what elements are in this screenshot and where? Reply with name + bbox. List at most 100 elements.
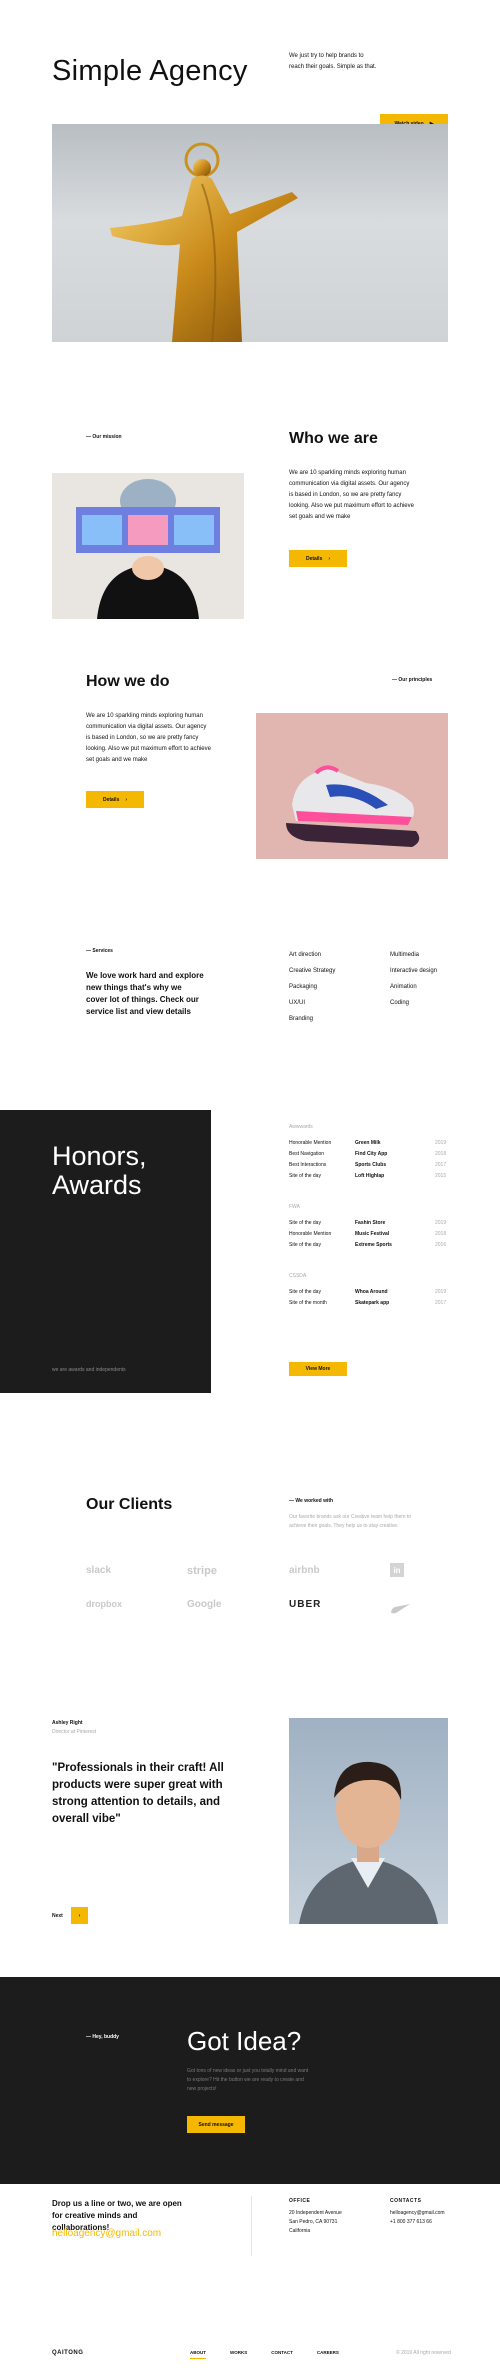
service-item[interactable]: Interactive design <box>390 963 437 979</box>
view-more-awards-button[interactable]: View More <box>289 1362 347 1376</box>
award-group-name: FWA <box>289 1204 300 1210</box>
clients-heading: Our Clients <box>86 1496 173 1513</box>
award-year: 2019 <box>435 1289 447 1295</box>
hero-tagline: We just try to help brands to reach thei… <box>289 53 377 70</box>
award-type: Best Navigation <box>289 1151 325 1157</box>
chevron-right-icon: › <box>78 1912 81 1919</box>
footer-nav-works[interactable]: Works <box>230 2350 247 2359</box>
award-project: Music Festival <box>355 1231 390 1237</box>
mission-image <box>52 473 244 619</box>
uber-logo: UBER <box>289 1599 322 1610</box>
award-type: Honorable Mention <box>289 1140 332 1146</box>
clients-label: — We worked with <box>289 1498 334 1504</box>
slack-logo: slack <box>86 1565 112 1576</box>
award-year: 2017 <box>435 1300 447 1306</box>
testimonial-author-name: Ashley Right <box>52 1720 83 1726</box>
golden-statue-illustration <box>110 142 298 342</box>
mission-body: We are 10 sparkling minds exploring huma… <box>289 470 414 520</box>
office-label: Office <box>289 2198 311 2204</box>
award-row: Site of the day Whoa Around 2019 <box>289 1287 448 1298</box>
nike-swoosh-icon <box>391 1604 410 1614</box>
award-row: Site of the day Loft Highlap 2015 <box>289 1171 448 1182</box>
testimonial-author-photo <box>289 1718 448 1924</box>
dropbox-logo: dropbox <box>86 1599 122 1609</box>
award-project: Skatepark app <box>355 1300 390 1306</box>
award-project: Green Milk <box>355 1140 381 1146</box>
award-row: Site of the day Fashin Store 2019 <box>289 1218 448 1229</box>
chevron-right-icon: › <box>125 796 128 803</box>
sneaker-image <box>256 713 448 859</box>
client-logo-google: Google <box>187 1599 221 1610</box>
footer-brand-logo[interactable]: QAITONG <box>52 2350 83 2356</box>
service-item[interactable]: Creative Strategy <box>289 963 335 979</box>
footer-email-link[interactable]: helloagency@gmail.com <box>52 2228 161 2239</box>
award-project: Extreme Sports <box>355 1242 392 1248</box>
award-year: 2015 <box>435 1173 447 1179</box>
service-item[interactable]: Coding <box>390 995 437 1011</box>
footer-nav-careers[interactable]: Careers <box>317 2350 339 2359</box>
award-type: Site of the day <box>289 1289 321 1295</box>
service-item[interactable]: Animation <box>390 979 437 995</box>
award-row: Honorable Mention Green Milk 2019 <box>289 1138 448 1149</box>
award-group-name: Awwwards <box>289 1124 313 1130</box>
footer-nav: About Works Contact Careers <box>190 2350 339 2359</box>
client-logo-slack: slack <box>86 1565 111 1576</box>
cta-section: — Hey, buddy Got Idea? Got tons of new i… <box>0 1977 500 2184</box>
stripe-logo: stripe <box>187 1565 217 1577</box>
footer-divider <box>251 2196 252 2256</box>
award-group-name: CSSDA <box>289 1273 307 1279</box>
award-row: Best Interactions Sports Clubs 2017 <box>289 1160 448 1171</box>
award-type: Honorable Mention <box>289 1231 332 1237</box>
footer-nav-about[interactable]: About <box>190 2350 206 2359</box>
award-year: 2019 <box>435 1140 447 1146</box>
contact-phone-link[interactable]: +1 800 377 613 66 <box>390 2219 432 2225</box>
award-project: Loft Highlap <box>355 1173 385 1179</box>
service-item[interactable]: Art direction <box>289 947 335 963</box>
award-project: Find City App <box>355 1151 388 1157</box>
award-type: Site of the day <box>289 1242 321 1248</box>
awards-caption: we are awards and independents <box>52 1367 126 1373</box>
services-list-col1: Art direction Creative Strategy Packagin… <box>289 947 335 1027</box>
awards-title-line2: Awards <box>52 1170 142 1200</box>
mission-label: — Our mission <box>86 434 122 440</box>
principles-body: We are 10 sparkling minds exploring huma… <box>86 713 211 763</box>
service-item[interactable]: Multimedia <box>390 947 437 963</box>
award-project: Whoa Around <box>355 1289 388 1295</box>
service-item[interactable]: Branding <box>289 1011 335 1027</box>
awards-title-line1: Honors, <box>52 1141 147 1171</box>
client-logo-uber: UBER <box>289 1599 321 1610</box>
cta-label: — Hey, buddy <box>86 2034 119 2040</box>
testimonial-author-role: Director at Pinterest <box>52 1729 97 1735</box>
client-logo-stripe: stripe <box>187 1565 217 1577</box>
award-type: Site of the day <box>289 1173 321 1179</box>
client-logo-nike <box>390 1601 412 1619</box>
client-logo-linkedin: in <box>390 1563 404 1577</box>
mission-details-button[interactable]: Details › <box>289 550 347 567</box>
hero-image <box>52 124 448 342</box>
office-line: 20 Independent Avenue <box>289 2210 342 2216</box>
award-year: 2017 <box>435 1162 447 1168</box>
awards-panel: Honors, Awards we are awards and indepen… <box>0 1110 211 1393</box>
linkedin-logo: in <box>393 1565 401 1575</box>
contact-email-link[interactable]: helloagency@gmail.com <box>390 2210 445 2216</box>
testimonial-next-button[interactable]: › <box>71 1907 88 1924</box>
cta-body: Got tons of new ideas or just you totall… <box>187 2068 309 2092</box>
award-type: Site of the day <box>289 1220 321 1226</box>
footer-nav-contact[interactable]: Contact <box>271 2350 293 2359</box>
service-item[interactable]: UX/UI <box>289 995 335 1011</box>
principles-details-button[interactable]: Details › <box>86 791 144 808</box>
mission-details-label: Details <box>305 555 323 562</box>
service-item[interactable]: Packaging <box>289 979 335 995</box>
client-logo-airbnb: airbnb <box>289 1565 320 1576</box>
send-message-button[interactable]: Send message <box>187 2116 245 2133</box>
page-title: Simple Agency <box>52 55 248 87</box>
award-row: Honorable Mention Music Festival 2018 <box>289 1229 448 1240</box>
view-more-label: View More <box>305 1366 331 1372</box>
award-row: Best Navigation Find City App 2018 <box>289 1149 448 1160</box>
chevron-right-icon: › <box>328 555 331 562</box>
services-list-col2: Multimedia Interactive design Animation … <box>390 947 437 1011</box>
award-year: 2018 <box>435 1231 447 1237</box>
contacts-label: Contacts <box>390 2198 422 2204</box>
services-heading: We love work hard and explore new things… <box>86 971 204 1016</box>
send-message-label: Send message <box>198 2121 234 2128</box>
